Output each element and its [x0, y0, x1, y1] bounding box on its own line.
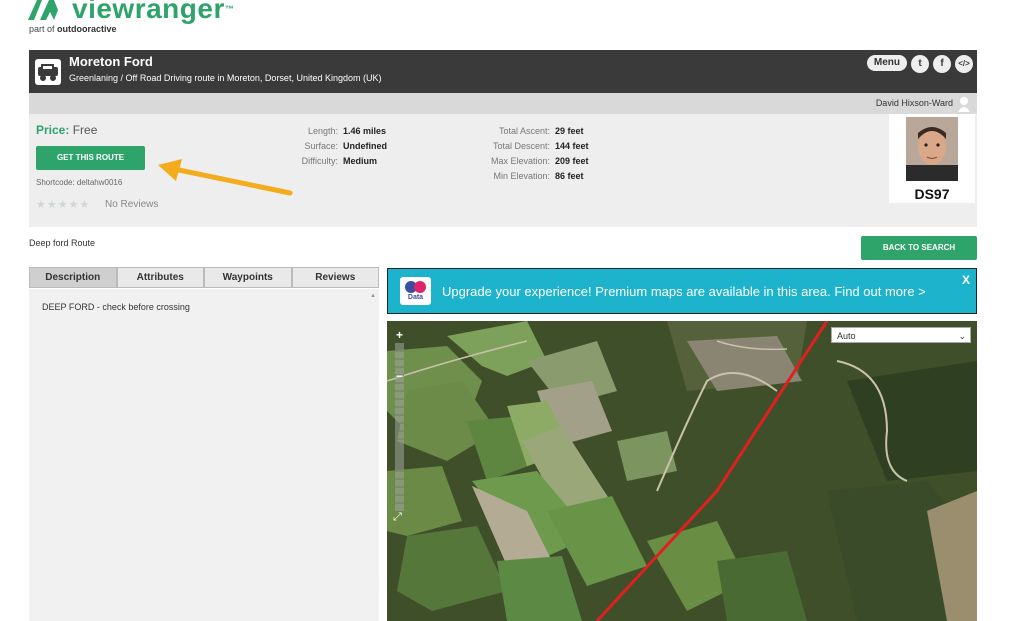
route-tabs: Description Attributes Waypoints Reviews [29, 267, 379, 288]
total-descent-value: 144 feet [555, 141, 589, 151]
menu-button[interactable]: Menu [866, 55, 907, 71]
tab-description[interactable]: Description [29, 267, 117, 288]
price-label: Price: [36, 123, 70, 137]
zoom-out-button[interactable]: − [396, 369, 403, 383]
author-photo [906, 117, 958, 181]
get-this-route-button[interactable]: GET THIS ROUTE [36, 146, 145, 170]
viewranger-logo[interactable]: viewranger™ [28, 0, 234, 24]
difficulty-value: Medium [343, 156, 378, 166]
map-layer-value: Auto [837, 331, 856, 341]
no-reviews-text: No Reviews [105, 199, 159, 210]
max-elevation-value: 209 feet [555, 156, 589, 166]
total-descent-label: Total Descent: [492, 141, 550, 151]
surface-label: Surface: [304, 141, 338, 151]
route-name: Deep ford Route [29, 238, 96, 248]
logo-text: viewranger™ [72, 0, 235, 24]
min-elevation-label: Min Elevation: [493, 171, 550, 181]
chevron-down-icon: ⌄ [958, 331, 966, 341]
tab-attributes[interactable]: Attributes [116, 267, 204, 288]
fullscreen-icon[interactable]: ⤢ [393, 511, 402, 524]
author-name[interactable]: David Hixson-Ward [876, 98, 953, 108]
route-header: Moreton Ford Greenlaning / Off Road Driv… [29, 50, 977, 93]
shortcode: Shortcode: deltahw0016 [36, 178, 123, 187]
zoom-in-button[interactable]: + [396, 328, 403, 342]
rating-stars[interactable]: ★★★★★ [36, 198, 90, 211]
scroll-up-icon[interactable]: ▲ [370, 293, 376, 299]
map-layer-select[interactable]: Auto ⌄ [831, 327, 971, 343]
os-data-label: Data [407, 294, 424, 301]
banner-close-button[interactable]: X [962, 273, 970, 287]
min-elevation-value: 86 feet [555, 171, 584, 181]
facebook-icon[interactable]: f [933, 55, 951, 73]
total-ascent-label: Total Ascent: [498, 126, 550, 136]
offroad-car-icon [35, 59, 61, 85]
description-panel[interactable]: DEEP FORD - check before crossing ▲ [29, 289, 379, 621]
surface-value: Undefined [343, 141, 387, 151]
embed-icon[interactable]: </> [955, 55, 973, 73]
tab-reviews[interactable]: Reviews [291, 267, 379, 288]
tab-waypoints[interactable]: Waypoints [204, 267, 292, 288]
length-label: Length: [307, 126, 338, 136]
viewranger-logo-mark-icon [28, 0, 58, 20]
os-data-logo: Data [400, 277, 431, 305]
route-map[interactable]: + − ⤢ Auto ⌄ [387, 321, 977, 621]
max-elevation-label: Max Elevation: [490, 156, 550, 166]
price: Price: Free [36, 123, 97, 137]
length-value: 1.46 miles [343, 126, 387, 136]
outdooractive-name: outdooractive [57, 24, 117, 34]
part-of-text: part of outdooractive [29, 24, 117, 34]
user-icon [958, 97, 970, 112]
back-to-search-button[interactable]: BACK TO SEARCH [861, 236, 977, 260]
author-bar: David Hixson-Ward [29, 93, 977, 114]
author-code: DS97 [914, 186, 950, 202]
twitter-icon[interactable]: t [911, 55, 929, 73]
total-ascent-value: 29 feet [555, 126, 584, 136]
description-text: DEEP FORD - check before crossing [42, 302, 190, 312]
route-subtitle: Greenlaning / Off Road Driving route in … [69, 73, 382, 83]
satellite-imagery [387, 321, 977, 621]
annotation-arrow-icon [158, 159, 293, 196]
route-title: Moreton Ford [69, 54, 153, 69]
premium-maps-banner[interactable]: Data Upgrade your experience! Premium ma… [387, 268, 977, 314]
author-card[interactable]: DS97 [889, 114, 975, 203]
banner-text[interactable]: Upgrade your experience! Premium maps ar… [442, 284, 926, 299]
price-value: Free [72, 123, 98, 137]
